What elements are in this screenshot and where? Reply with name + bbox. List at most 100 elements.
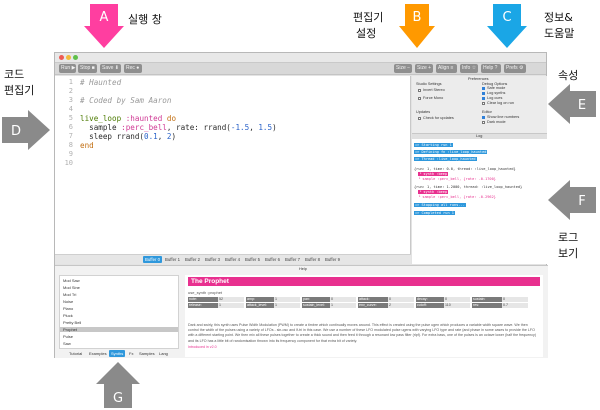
annotation-label-c-line1: 정보& (544, 11, 573, 24)
param-key: decay: (416, 297, 444, 302)
param-value: 1 (274, 303, 300, 308)
annotation-arrow-g: G (96, 362, 140, 408)
info-button[interactable]: Info ☆ (460, 64, 478, 73)
prefs-button[interactable]: Prefs ⚙ (504, 64, 526, 73)
annotation-letter-c: C (502, 10, 511, 25)
line-number: 7 (68, 132, 73, 140)
annotation-letter-g: G (113, 391, 123, 406)
help-button[interactable]: Help ? (481, 64, 501, 73)
stop-button[interactable]: Stop ■ (78, 64, 97, 73)
toolbar: Run ▶ Stop ■ Save ⬇ Rec ● Size − Size + … (55, 63, 546, 75)
log-line: => Defining fn :live_loop_haunted (414, 150, 488, 154)
code-line: end (80, 141, 94, 150)
help-tab-fx[interactable]: Fx (127, 350, 135, 357)
code-line: live_loop :haunted do (80, 114, 177, 123)
size-increase-button[interactable]: Size + (415, 64, 433, 73)
clear-log-checkbox[interactable] (482, 102, 485, 105)
help-tab-tutorial[interactable]: Tutorial (67, 350, 84, 357)
param-key: sustain: (472, 297, 502, 302)
rec-button[interactable]: Rec ● (124, 64, 142, 73)
param-value: 0.7 (502, 303, 528, 308)
help-list-item[interactable]: Piano (63, 306, 73, 311)
help-list-item[interactable]: Mod Sine (63, 285, 80, 290)
buffer-tab-3[interactable]: Buffer 3 (203, 256, 222, 263)
minimize-window-button[interactable] (66, 55, 71, 60)
param-value: 110 (444, 303, 470, 308)
log-line: {run: 1, time: 0.0, thread: :live_loop_h… (414, 167, 516, 171)
log-panel[interactable]: => Starting run 1 => Defining fn :live_l… (412, 139, 547, 264)
rec-label: Rec (126, 65, 135, 71)
help-list-item[interactable]: Mod Tri (63, 292, 76, 297)
annotation-arrow-d: D (2, 110, 50, 150)
log-title: Log (476, 134, 483, 138)
editor-heading: Editor (482, 110, 492, 114)
check-updates-checkbox[interactable] (418, 117, 421, 120)
line-number: 10 (64, 159, 73, 167)
buffer-tab-9[interactable]: Buffer 9 (323, 256, 342, 263)
log-line: └ synth :beep (418, 172, 449, 176)
force-mono-checkbox[interactable] (418, 97, 421, 100)
show-line-numbers-checkbox[interactable] (482, 116, 485, 119)
param-value: 1 (218, 303, 244, 308)
run-label: Run (61, 65, 71, 71)
annotation-label-e: 속성 (558, 69, 579, 82)
help-tab-examples[interactable]: Examples (87, 350, 109, 357)
help-list-item-selected[interactable]: Prophet (60, 327, 178, 332)
help-tab-samples[interactable]: Samples (137, 350, 157, 357)
close-window-button[interactable] (59, 55, 64, 60)
log-line: {run: 1, time: 1.2000, thread: :live_loo… (414, 185, 523, 189)
help-tab-synths[interactable]: Synths (109, 350, 126, 357)
log-line: => Completed run 1 (414, 211, 455, 215)
help-list-item[interactable]: Noise (63, 299, 73, 304)
help-list-item[interactable]: Pretty Bell (63, 320, 81, 325)
param-key: res: (472, 303, 502, 308)
dark-mode-checkbox[interactable] (482, 121, 485, 124)
tutorial-figure: A 실행 창 편집기 설정 B C 정보& 도움말 코드 편집기 D 속성 E … (0, 0, 600, 410)
log-cues-checkbox[interactable] (482, 97, 485, 100)
code-editor[interactable]: 1 2 3 4 5 6 7 8 9 10 # Haunted # Coded b… (55, 76, 411, 254)
help-list-item[interactable]: Saw (63, 341, 71, 346)
param-value: 0 (330, 297, 356, 302)
buffer-tab-7[interactable]: Buffer 7 (283, 256, 302, 263)
buffer-tab-0[interactable]: Buffer 0 (143, 256, 162, 263)
size-decrease-label: Size (396, 65, 406, 71)
line-number: 5 (68, 114, 73, 122)
annotation-label-f-line2: 보기 (558, 247, 579, 260)
save-button[interactable]: Save ⬇ (100, 64, 121, 73)
help-label: Help (483, 65, 494, 71)
annotation-arrow-c: C (487, 4, 527, 48)
log-line: └ sample :perc_bell, {rate: -0.1700} (418, 177, 496, 181)
run-button[interactable]: Run ▶ (59, 64, 76, 73)
buffer-tab-5[interactable]: Buffer 5 (243, 256, 262, 263)
sonic-pi-window: Run ▶ Stop ■ Save ⬇ Rec ● Size − Size + … (54, 52, 548, 358)
buffer-tab-2[interactable]: Buffer 2 (183, 256, 202, 263)
param-key: sustain_level: (302, 303, 330, 308)
log-line: => Starting run 1 (414, 143, 453, 147)
annotation-label-c-line2: 도움말 (544, 27, 575, 40)
line-number: 2 (68, 87, 73, 95)
invert-stereo-checkbox[interactable] (418, 89, 421, 92)
safe-mode-checkbox[interactable] (482, 87, 485, 90)
line-number: 4 (68, 105, 73, 113)
doc-title: The Prophet (188, 277, 540, 286)
zoom-window-button[interactable] (73, 55, 78, 60)
help-list-item[interactable]: Mod Saw (63, 278, 80, 283)
align-button[interactable]: Align ≡ (436, 64, 457, 73)
buffer-tab-1[interactable]: Buffer 1 (163, 256, 182, 263)
param-key: release: (188, 303, 218, 308)
help-list-item[interactable]: Pulse (63, 334, 73, 339)
buffer-tab-8[interactable]: Buffer 8 (303, 256, 322, 263)
help-list-item[interactable]: Pluck (63, 313, 73, 318)
code-line: sleep rrand(0.1, 2) (80, 132, 177, 141)
doc-intro: Introduced in v2.0 (188, 345, 217, 349)
preferences-panel: Preferences Studio Settings Invert Stere… (412, 76, 547, 134)
log-synths-checkbox[interactable] (482, 92, 485, 95)
help-tab-lang[interactable]: Lang (157, 350, 170, 357)
help-tabs: Tutorial Examples Synths Fx Samples Lang (59, 350, 189, 357)
log-line: => Thread :live_loop_haunted (414, 157, 477, 161)
buffer-tab-4[interactable]: Buffer 4 (223, 256, 242, 263)
buffer-tab-6[interactable]: Buffer 6 (263, 256, 282, 263)
size-decrease-button[interactable]: Size − (394, 64, 412, 73)
title-bar (55, 53, 546, 63)
stop-label: Stop (80, 65, 91, 71)
